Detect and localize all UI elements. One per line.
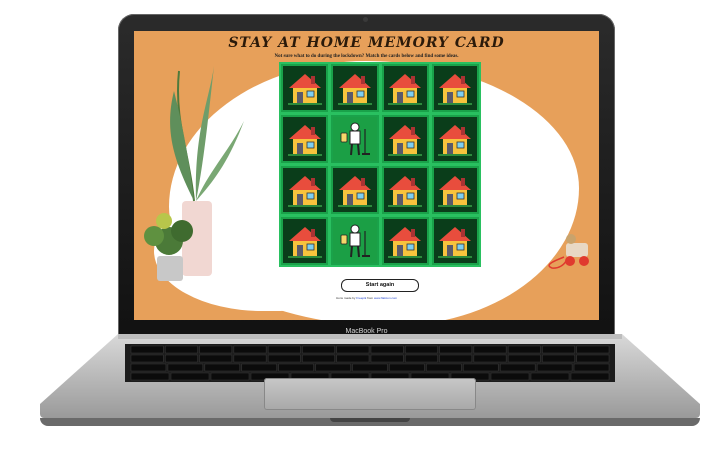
house-icon bbox=[388, 176, 423, 207]
keyboard-key[interactable] bbox=[473, 345, 507, 354]
cleaner-icon bbox=[340, 122, 370, 156]
keyboard bbox=[125, 344, 615, 382]
memory-card[interactable] bbox=[381, 64, 429, 112]
keyboard-key[interactable] bbox=[336, 345, 370, 354]
keyboard-key[interactable] bbox=[536, 363, 573, 372]
keyboard-key[interactable] bbox=[490, 372, 530, 381]
house-icon bbox=[388, 74, 423, 105]
memory-card[interactable] bbox=[381, 115, 429, 163]
memory-card[interactable] bbox=[331, 64, 379, 112]
laptop: STAY AT HOME MEMORY CARD Not sure what t… bbox=[0, 0, 728, 460]
keyboard-key[interactable] bbox=[199, 354, 233, 363]
house-icon bbox=[388, 125, 423, 156]
cleaner-icon bbox=[340, 224, 370, 258]
memory-card[interactable] bbox=[281, 166, 329, 214]
keyboard-key[interactable] bbox=[336, 354, 370, 363]
house-icon bbox=[287, 227, 322, 258]
laptop-hinge bbox=[118, 334, 622, 339]
credits-author-link[interactable]: Freepik bbox=[356, 296, 366, 300]
keyboard-key[interactable] bbox=[507, 345, 541, 354]
keyboard-key[interactable] bbox=[570, 372, 610, 381]
keyboard-key[interactable] bbox=[302, 345, 335, 354]
keyboard-key[interactable] bbox=[130, 354, 164, 363]
memory-card[interactable] bbox=[281, 217, 329, 265]
keyboard-key[interactable] bbox=[302, 354, 335, 363]
memory-card[interactable] bbox=[431, 64, 479, 112]
laptop-base bbox=[40, 334, 700, 434]
game-title: STAY AT HOME MEMORY CARD bbox=[228, 35, 505, 51]
keyboard-key[interactable] bbox=[130, 363, 167, 372]
keyboard-key[interactable] bbox=[210, 372, 250, 381]
keyboard-key[interactable] bbox=[439, 354, 473, 363]
keyboard-key[interactable] bbox=[370, 345, 404, 354]
keyboard-key[interactable] bbox=[233, 345, 267, 354]
keyboard-key[interactable] bbox=[130, 345, 164, 354]
house-icon bbox=[337, 74, 372, 105]
keyboard-key[interactable] bbox=[241, 363, 277, 372]
keyboard-key[interactable] bbox=[507, 354, 541, 363]
memory-card[interactable] bbox=[331, 166, 379, 214]
keyboard-key[interactable] bbox=[165, 345, 198, 354]
keyboard-key[interactable] bbox=[473, 354, 507, 363]
keyboard-key[interactable] bbox=[542, 354, 575, 363]
plant-decoration-icon bbox=[144, 66, 244, 281]
laptop-notch bbox=[330, 418, 410, 422]
keyboard-key[interactable] bbox=[170, 372, 210, 381]
keyboard-key[interactable] bbox=[130, 372, 170, 381]
credits-site-link[interactable]: www.flaticon.com bbox=[374, 296, 397, 300]
house-icon bbox=[438, 125, 473, 156]
keyboard-key[interactable] bbox=[530, 372, 570, 381]
house-icon bbox=[438, 74, 473, 105]
memory-card[interactable] bbox=[431, 217, 479, 265]
memory-card[interactable] bbox=[381, 166, 429, 214]
memory-card[interactable] bbox=[381, 217, 429, 265]
keyboard-key[interactable] bbox=[165, 354, 198, 363]
memory-card[interactable] bbox=[431, 166, 479, 214]
keyboard-key[interactable] bbox=[576, 345, 610, 354]
keyboard-key[interactable] bbox=[233, 354, 267, 363]
keyboard-key[interactable] bbox=[199, 345, 233, 354]
keyboard-key[interactable] bbox=[463, 363, 499, 372]
house-icon bbox=[287, 74, 322, 105]
house-icon bbox=[287, 125, 322, 156]
keyboard-key[interactable] bbox=[542, 345, 575, 354]
start-again-button[interactable]: Start again bbox=[341, 279, 419, 292]
keyboard-key[interactable] bbox=[576, 354, 610, 363]
memory-board bbox=[279, 62, 481, 267]
toy-duck-icon bbox=[548, 234, 589, 269]
memory-card[interactable] bbox=[281, 64, 329, 112]
memory-card[interactable] bbox=[331, 217, 379, 265]
camera-icon bbox=[363, 17, 368, 22]
credits-prefix: Icons made by bbox=[335, 296, 356, 300]
keyboard-key[interactable] bbox=[405, 354, 438, 363]
keyboard-key[interactable] bbox=[573, 363, 610, 372]
keyboard-key[interactable] bbox=[267, 354, 301, 363]
keyboard-key[interactable] bbox=[267, 345, 301, 354]
house-icon bbox=[337, 176, 372, 207]
house-icon bbox=[438, 176, 473, 207]
screen: STAY AT HOME MEMORY CARD Not sure what t… bbox=[134, 31, 599, 320]
keyboard-key[interactable] bbox=[426, 363, 462, 372]
keyboard-key[interactable] bbox=[405, 345, 438, 354]
game-subtitle: Not sure what to do during the lockdown?… bbox=[274, 54, 459, 59]
laptop-lid: STAY AT HOME MEMORY CARD Not sure what t… bbox=[118, 14, 615, 340]
house-icon bbox=[287, 176, 322, 207]
keyboard-key[interactable] bbox=[389, 363, 425, 372]
keyboard-key[interactable] bbox=[439, 345, 473, 354]
memory-card[interactable] bbox=[431, 115, 479, 163]
keyboard-key[interactable] bbox=[167, 363, 204, 372]
keyboard-key[interactable] bbox=[370, 354, 404, 363]
keyboard-key[interactable] bbox=[499, 363, 536, 372]
credits-middle: from bbox=[367, 296, 374, 300]
keyboard-key[interactable] bbox=[352, 363, 388, 372]
keyboard-key[interactable] bbox=[278, 363, 314, 372]
house-icon bbox=[388, 227, 423, 258]
memory-card[interactable] bbox=[331, 115, 379, 163]
house-icon bbox=[438, 227, 473, 258]
trackpad[interactable] bbox=[264, 378, 476, 410]
memory-card[interactable] bbox=[281, 115, 329, 163]
keyboard-key[interactable] bbox=[315, 363, 351, 372]
credits: Icons made by Freepik from www.flaticon.… bbox=[134, 296, 599, 300]
keyboard-key[interactable] bbox=[204, 363, 241, 372]
